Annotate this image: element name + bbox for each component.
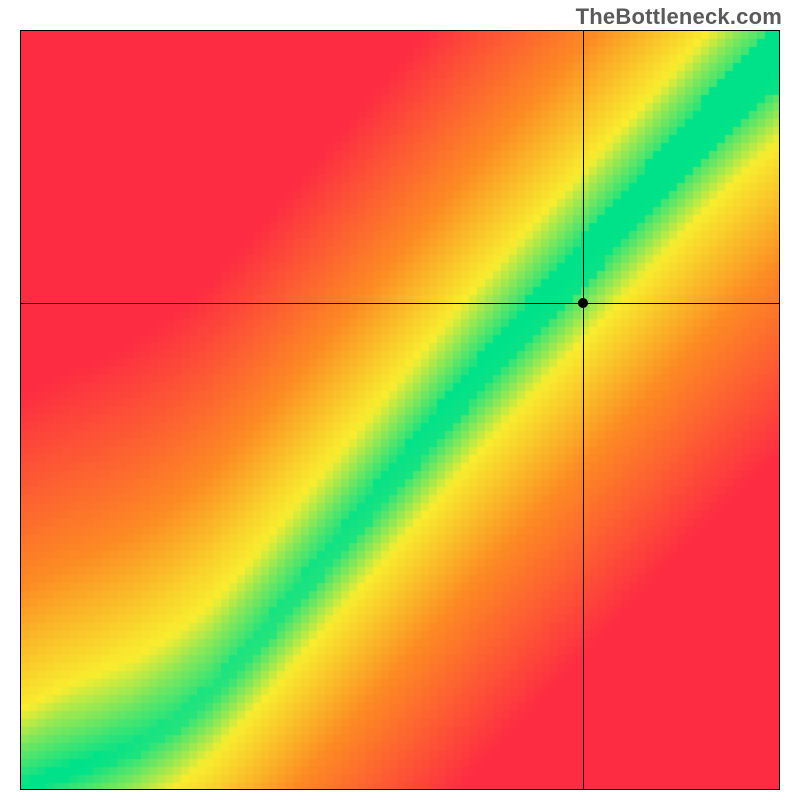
watermark-text: TheBottleneck.com (576, 4, 782, 30)
plot-frame (20, 30, 780, 790)
chart-container: TheBottleneck.com (0, 0, 800, 800)
heatmap-canvas (21, 31, 779, 789)
